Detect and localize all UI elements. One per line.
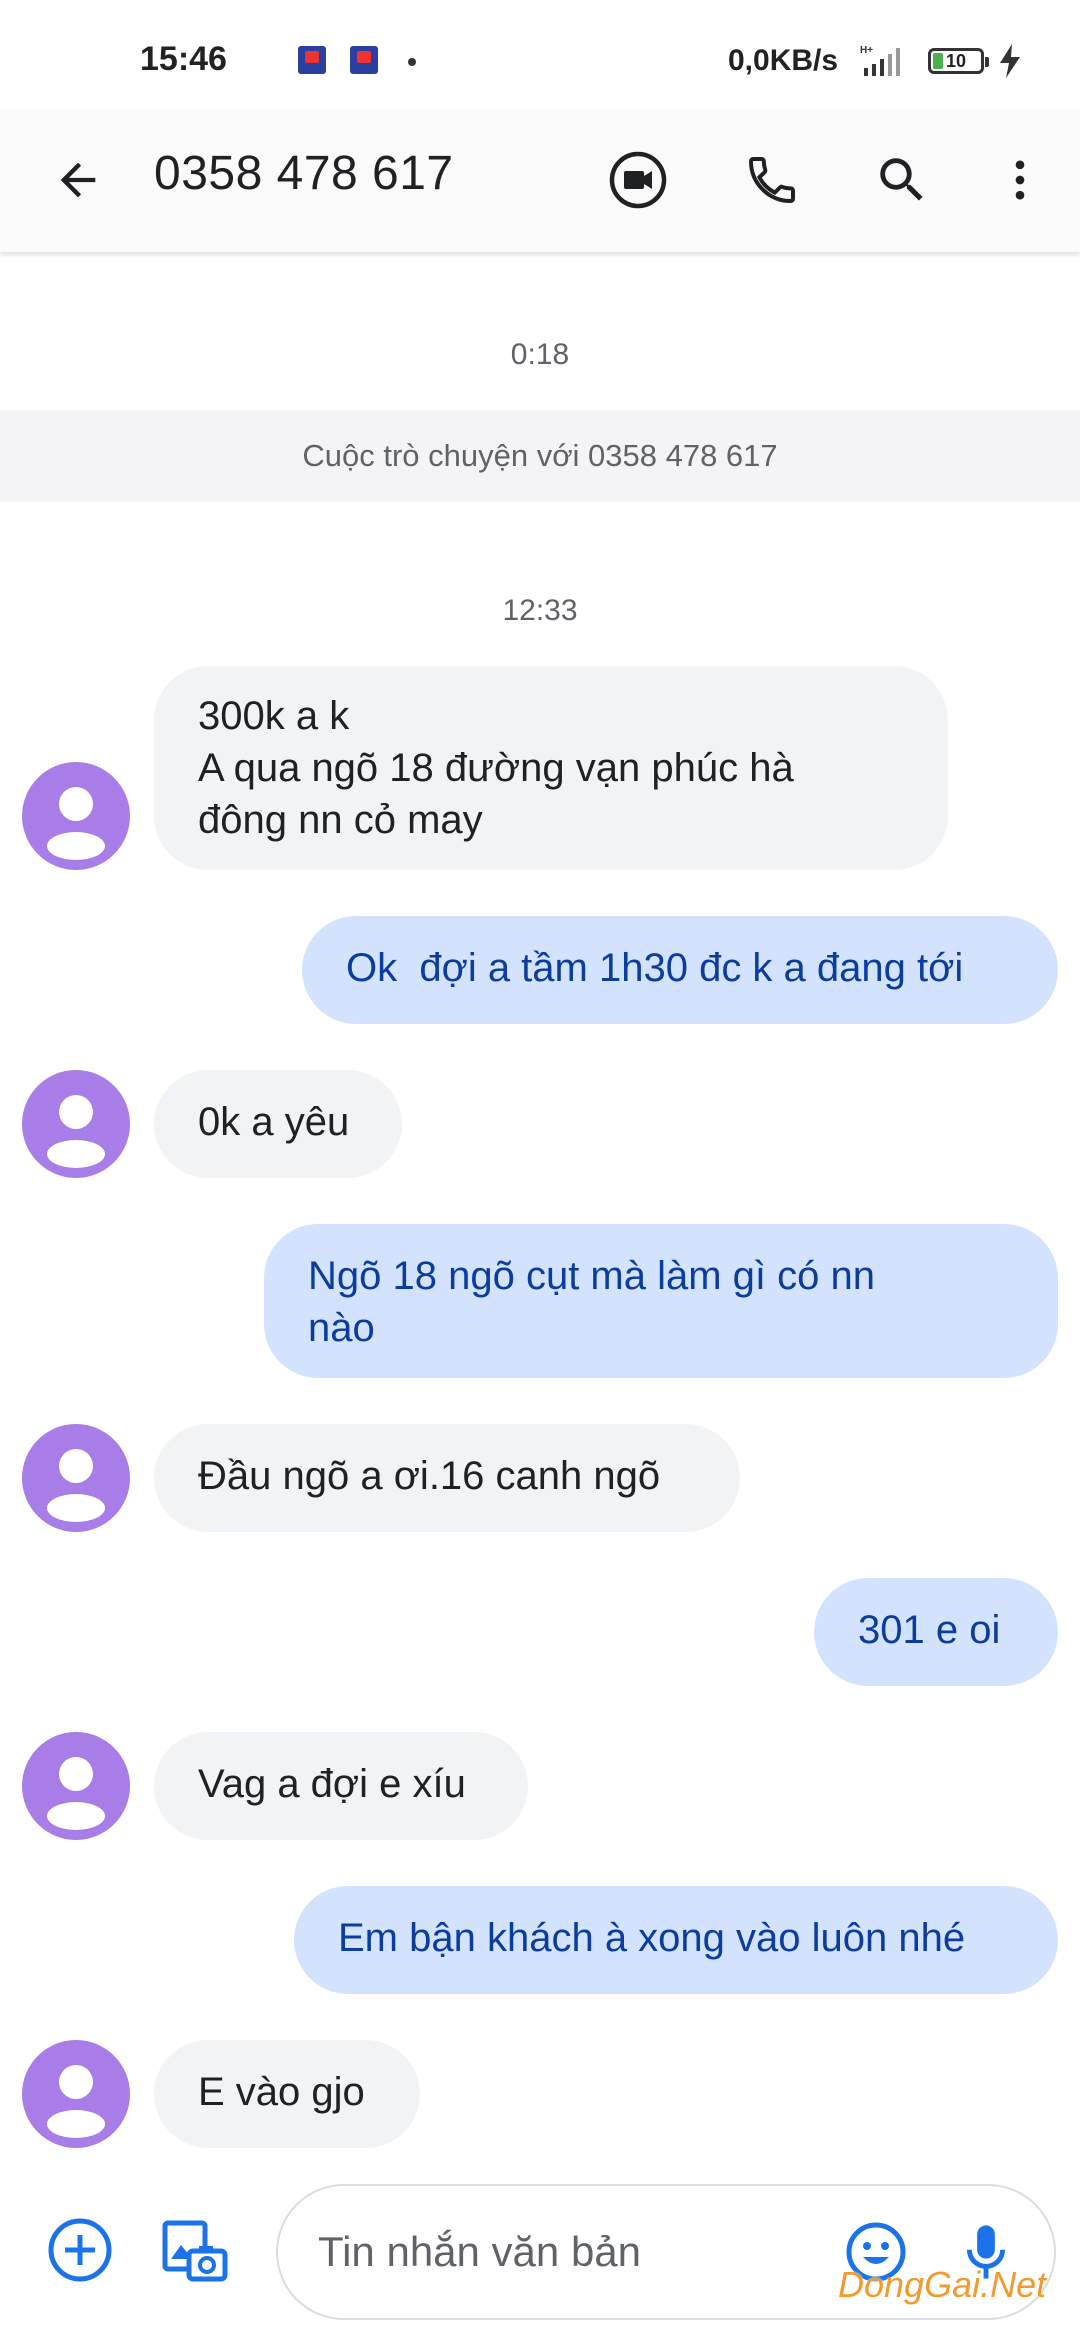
bidv-app-icon [350, 46, 378, 74]
message-bubble-incoming[interactable]: Vag a đợi e xíu [154, 1732, 528, 1840]
charging-icon [1000, 44, 1020, 78]
gallery-button[interactable] [154, 2210, 234, 2290]
back-button[interactable] [38, 140, 118, 220]
person-icon [47, 787, 105, 860]
message-bubble-incoming[interactable]: Đầu ngõ a ơi.16 canh ngõ [154, 1424, 740, 1532]
battery-level: 10 [945, 51, 967, 71]
bidv-app-icon [298, 46, 326, 74]
signal-icon: H+ [860, 45, 900, 76]
search-icon [880, 158, 923, 201]
video-call-button[interactable] [598, 140, 678, 220]
more-options-button[interactable] [980, 140, 1060, 220]
app-bar: 0358 478 617 [0, 110, 1080, 252]
message-bubble-outgoing[interactable]: Ngõ 18 ngõ cụt mà làm gì có nn nào [264, 1224, 1058, 1378]
message-bubble-incoming[interactable]: 0k a yêu [154, 1070, 402, 1178]
message-bubble-incoming[interactable]: 300k a k A qua ngõ 18 đường vạn phúc hà … [154, 666, 948, 870]
add-circle-icon [48, 2218, 112, 2282]
network-type-label: H+ [860, 45, 873, 56]
contact-avatar[interactable] [22, 1424, 130, 1532]
search-button[interactable] [862, 140, 942, 220]
attach-button[interactable] [40, 2210, 120, 2290]
person-icon [47, 1757, 105, 1830]
contact-avatar[interactable] [22, 1732, 130, 1840]
contact-title: 0358 478 617 [154, 147, 454, 200]
compose-bar [0, 2180, 1080, 2340]
conversation-banner: Cuộc trò chuyện với 0358 478 617 [0, 410, 1080, 502]
person-icon [47, 1095, 105, 1168]
watermark: DongGai.Net [838, 2264, 1047, 2305]
notification-dot-icon [408, 58, 416, 66]
phone-icon [749, 157, 795, 203]
message-bubble-incoming[interactable]: E vào gjo [154, 2040, 420, 2148]
phone-call-button[interactable] [732, 140, 812, 220]
status-bar: 15:46 0,0KB/s H+ 10 [0, 0, 1080, 110]
video-call-icon [609, 151, 667, 209]
more-vert-icon [1015, 160, 1025, 200]
message-bubble-outgoing[interactable]: 301 e oi [814, 1578, 1058, 1686]
person-icon [47, 2065, 105, 2138]
message-bubble-outgoing[interactable]: Ok đợi a tầm 1h30 đc k a đang tới [302, 916, 1058, 1024]
back-arrow-icon [60, 162, 96, 198]
gallery-camera-icon [162, 2220, 228, 2282]
contact-avatar[interactable] [22, 1070, 130, 1178]
timestamp: 0:18 [510, 338, 570, 371]
message-input[interactable] [318, 2228, 818, 2276]
battery-icon: 10 [928, 48, 989, 74]
person-icon [47, 1449, 105, 1522]
contact-avatar[interactable] [22, 762, 130, 870]
message-bubble-outgoing[interactable]: Em bận khách à xong vào luôn nhé [294, 1886, 1058, 1994]
status-time: 15:46 [140, 40, 227, 78]
timestamp: 12:33 [502, 594, 578, 627]
contact-avatar[interactable] [22, 2040, 130, 2148]
network-speed: 0,0KB/s [728, 44, 839, 77]
